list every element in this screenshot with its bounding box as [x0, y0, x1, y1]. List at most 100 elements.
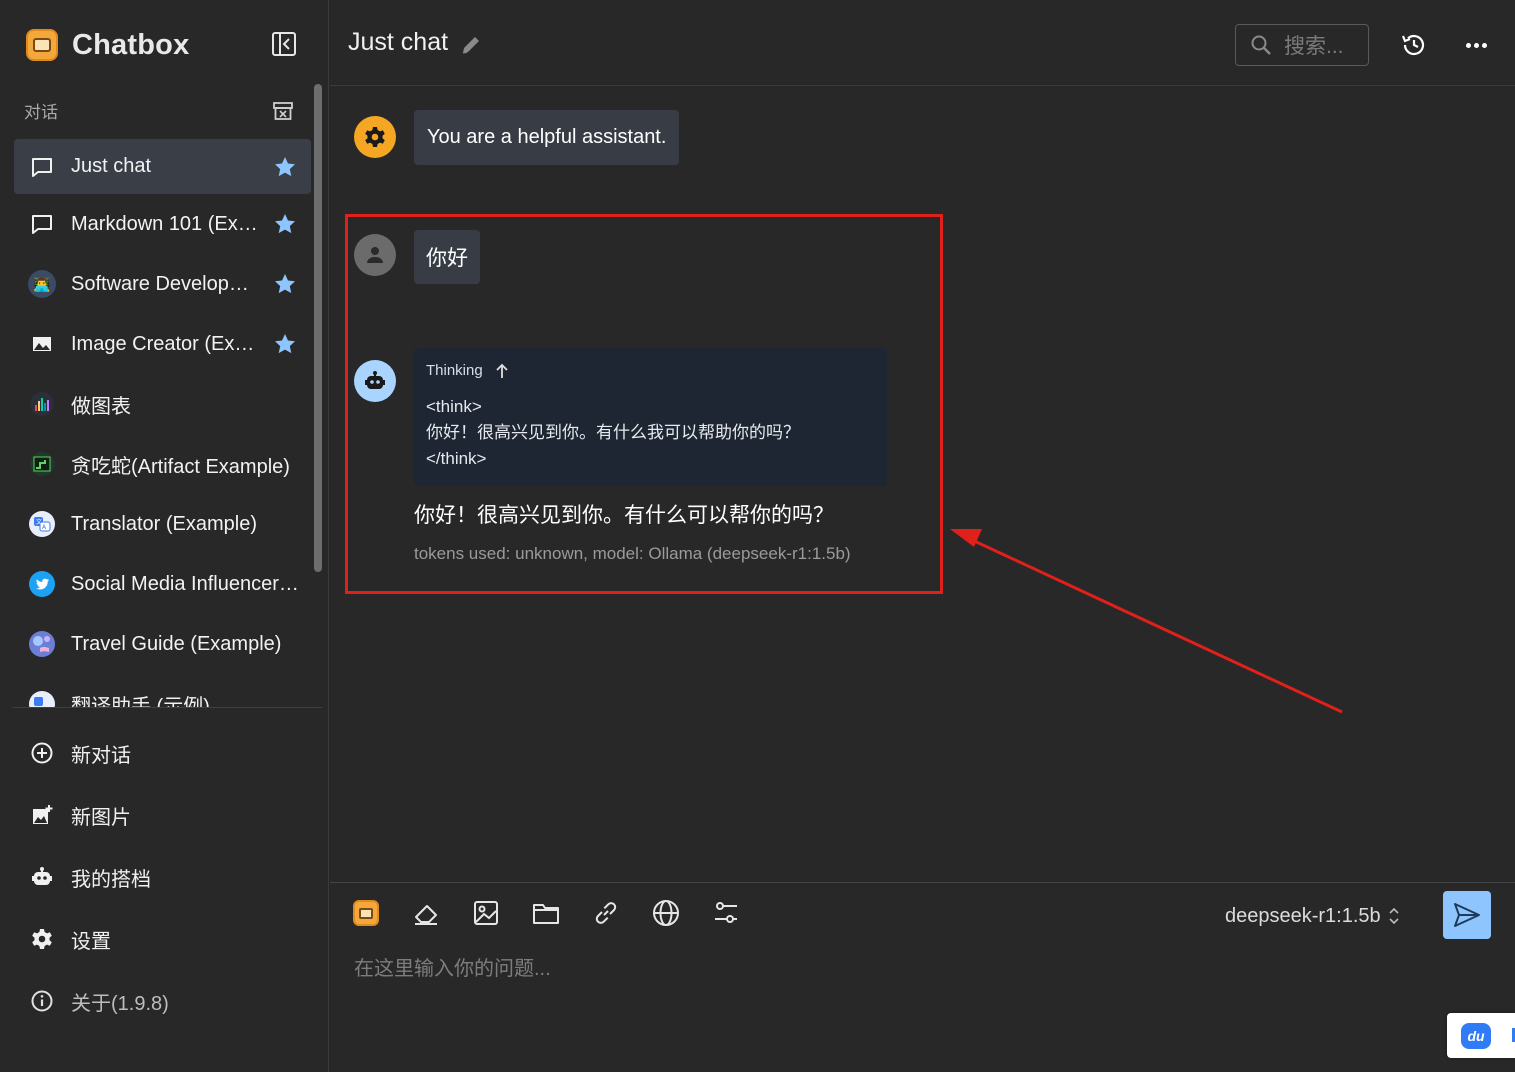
conversation-label: Image Creator (Example)	[71, 332, 259, 355]
conversation-item-translator[interactable]: 文A Translator (Example)	[14, 494, 311, 554]
conversation-item-markdown[interactable]: Markdown 101 (Example)	[14, 194, 311, 254]
chatbox-logo-icon	[26, 29, 58, 61]
search-button[interactable]: 搜索...	[1235, 24, 1369, 66]
globe-icon	[653, 900, 679, 926]
message-input[interactable]	[354, 949, 1414, 989]
my-copilots-button[interactable]: 我的搭档	[14, 846, 314, 908]
sidebar-scrollbar[interactable]	[314, 84, 322, 572]
menu-label: 新图片	[71, 806, 131, 829]
about-button[interactable]: 关于(1.9.8)	[14, 970, 314, 1032]
conversation-label: Software Developer (Example)	[71, 272, 259, 295]
menu-label: 关于(1.9.8)	[71, 992, 169, 1015]
sidebar-divider	[12, 707, 322, 708]
info-icon	[28, 987, 56, 1015]
conversation-label: Translator (Example)	[71, 512, 257, 535]
translator-avatar-icon: 文A	[28, 510, 56, 538]
chevron-up-down-icon	[1389, 907, 1399, 925]
conversation-item-snake[interactable]: 贪吃蛇(Artifact Example)	[14, 434, 311, 494]
eraser-icon	[415, 905, 437, 925]
sidebar-collapse-icon	[272, 32, 296, 56]
attach-image-button[interactable]	[470, 897, 502, 929]
search-placeholder: 搜索...	[1284, 35, 1344, 58]
settings-button[interactable]: 设置	[14, 908, 314, 970]
web-search-button[interactable]	[650, 897, 682, 929]
conversation-label: Social Media Influencer (Example)	[71, 572, 303, 595]
folder-icon	[533, 904, 559, 924]
conversation-title: Just chat	[348, 28, 449, 56]
conversation-label: 做图表	[71, 395, 131, 418]
image-icon	[474, 901, 498, 925]
collapse-sidebar-button[interactable]	[270, 30, 298, 58]
chat-bubble-icon	[28, 153, 56, 181]
travel-avatar-icon	[28, 630, 56, 658]
copilot-button[interactable]	[350, 897, 382, 929]
message-list: You are a helpful assistant. 你好 Thinking…	[330, 87, 1515, 882]
system-avatar	[354, 116, 396, 158]
conversation-label: Markdown 101 (Example)	[71, 212, 259, 235]
search-icon	[1251, 35, 1271, 55]
new-chat-button[interactable]: 新对话	[14, 722, 314, 784]
dot	[1465, 42, 1471, 48]
star-icon[interactable]	[273, 155, 297, 179]
menu-label: 新对话	[71, 744, 131, 767]
archive-icon	[273, 102, 293, 120]
history-icon[interactable]	[1400, 31, 1428, 59]
attach-file-button[interactable]	[530, 897, 562, 929]
conversation-item-just-chat[interactable]: Just chat	[14, 139, 311, 194]
conversation-item-translation-assistant[interactable]: 翻译助手 (示例)	[14, 674, 311, 707]
add-image-icon	[28, 801, 56, 829]
conversation-label: 翻译助手 (示例)	[71, 695, 210, 708]
twitter-avatar-icon	[28, 570, 56, 598]
model-name: deepseek-r1:1.5b	[1225, 904, 1381, 927]
brand: Chatbox	[26, 26, 189, 64]
star-icon[interactable]	[273, 212, 297, 236]
annotation-highlight-box	[345, 214, 943, 594]
dot	[1481, 42, 1487, 48]
send-icon	[1454, 903, 1480, 927]
clear-conversations-button[interactable]	[270, 98, 296, 124]
conversation-list: Just chat Markdown 101 (Example) 👨‍💻 Sof…	[14, 139, 311, 707]
robot-icon	[28, 863, 56, 891]
edit-title-icon[interactable]	[460, 34, 482, 56]
sliders-icon	[715, 902, 737, 923]
menu-label: 我的搭档	[71, 868, 151, 891]
new-image-button[interactable]: 新图片	[14, 784, 314, 846]
chat-header: Just chat 搜索...	[330, 0, 1515, 86]
floating-assistant-badge[interactable]: du	[1447, 1013, 1515, 1058]
snake-game-avatar-icon	[28, 450, 56, 478]
conversation-label: Travel Guide (Example)	[71, 632, 282, 655]
conversation-item-software-developer[interactable]: 👨‍💻 Software Developer (Example)	[14, 254, 311, 314]
du-logo-icon: du	[1461, 1022, 1491, 1049]
developer-avatar-icon: 👨‍💻	[28, 270, 56, 298]
star-icon[interactable]	[273, 332, 297, 356]
translator-avatar-icon	[28, 690, 56, 707]
attach-link-button[interactable]	[590, 897, 622, 929]
chat-settings-button[interactable]	[710, 897, 742, 929]
link-icon	[595, 902, 617, 924]
sidebar: Chatbox 对话 Just chat Markdown 101 (Examp…	[0, 0, 329, 1072]
plus-circle-icon	[28, 739, 56, 767]
conversation-item-image-creator[interactable]: Image Creator (Example)	[14, 314, 311, 374]
chat-bubble-icon	[28, 210, 56, 238]
chatbox-logo-icon	[353, 900, 379, 926]
conversation-label: 贪吃蛇(Artifact Example)	[71, 455, 290, 478]
conversation-label: Just chat	[71, 155, 152, 177]
conversation-item-travel-guide[interactable]: Travel Guide (Example)	[14, 614, 311, 674]
send-button[interactable]	[1443, 891, 1491, 939]
composer: deepseek-r1:1.5b	[330, 882, 1515, 1072]
dot	[1473, 42, 1479, 48]
conversation-item-social-media[interactable]: Social Media Influencer (Example)	[14, 554, 311, 614]
app-title: Chatbox	[72, 28, 190, 61]
clear-context-button[interactable]	[410, 897, 442, 929]
conversations-section-label: 对话	[24, 103, 58, 122]
gear-icon	[28, 925, 56, 953]
menu-label: 设置	[71, 930, 111, 953]
sidebar-menu: 新对话 新图片 我的搭档 设置 关于(1.9.8)	[14, 722, 314, 1032]
model-selector[interactable]: deepseek-r1:1.5b	[1225, 903, 1401, 929]
more-options-button[interactable]	[1462, 31, 1490, 59]
star-icon[interactable]	[273, 272, 297, 296]
gear-icon	[365, 127, 385, 147]
conversation-item-chart[interactable]: 做图表	[14, 374, 311, 434]
chart-avatar-icon	[28, 390, 56, 418]
system-message: You are a helpful assistant.	[414, 110, 680, 165]
